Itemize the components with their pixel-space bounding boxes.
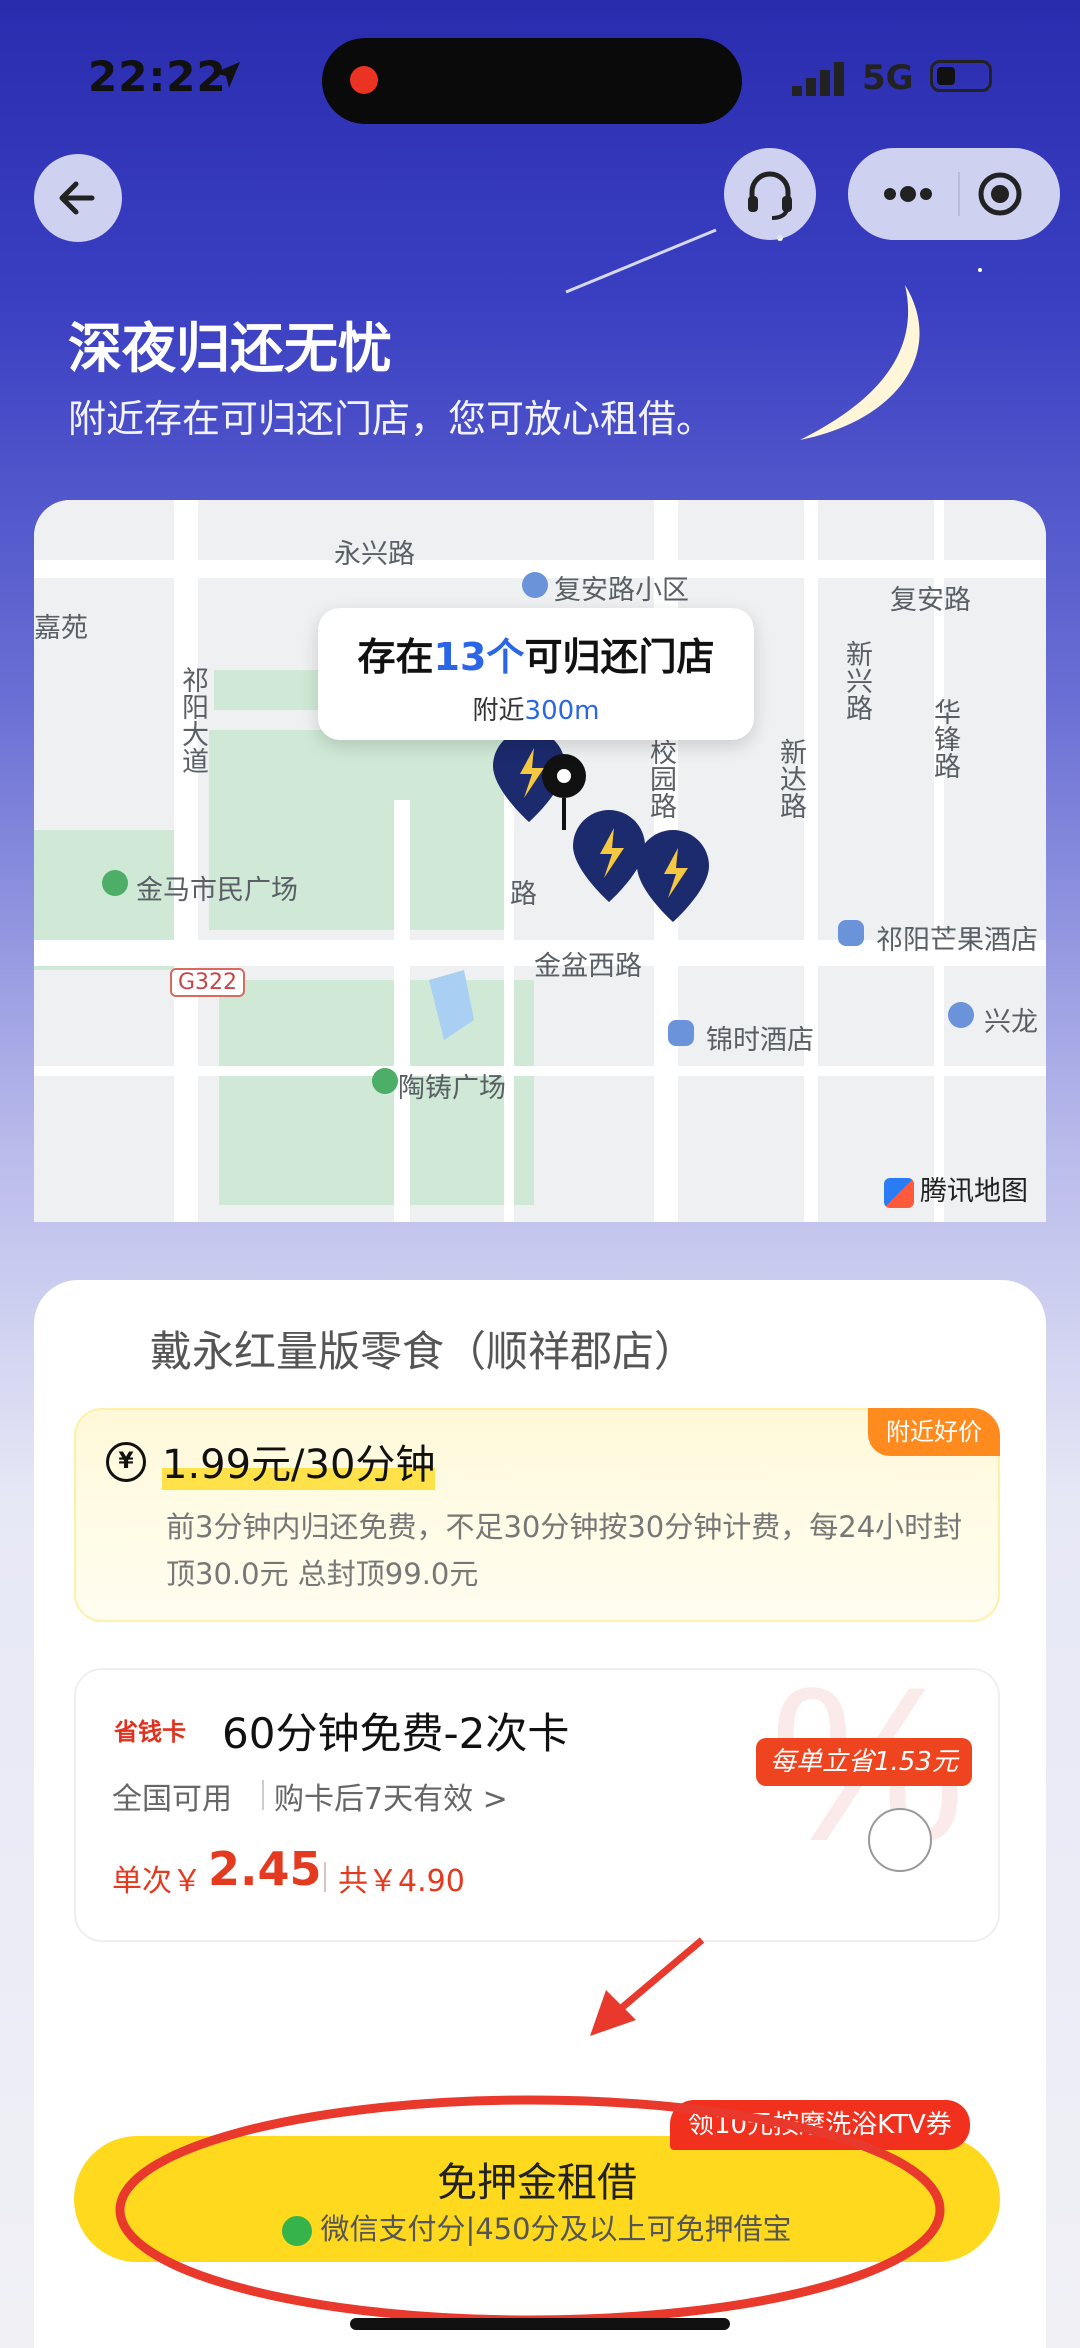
hotel-icon (668, 1020, 694, 1046)
total-price: 共￥4.90 (338, 1864, 465, 1899)
battery-icon (930, 60, 992, 92)
coupon-select-radio[interactable] (868, 1808, 932, 1872)
headset-icon (748, 171, 792, 220)
hotel-icon (838, 920, 864, 946)
divider (262, 1780, 264, 1810)
dynamic-island (322, 38, 742, 124)
back-arrow-icon (59, 181, 95, 215)
poi-icon (522, 572, 548, 598)
location-arrow-icon (214, 62, 240, 88)
coupon-title: 60分钟免费-2次卡 (222, 1709, 570, 1758)
more-dots-icon[interactable] (880, 178, 936, 210)
poi-label: 嘉苑 (34, 613, 88, 644)
single-price: 2.45 (208, 1842, 322, 1896)
poi-label: 祁阳芒果酒店 (876, 925, 1038, 956)
status-time: 22:22 (88, 52, 227, 101)
saving-badge: 每单立省1.53元 (756, 1738, 972, 1786)
banner-subtitle: 附近存在可归还门店，您可放心租借。 (68, 397, 715, 441)
price-description: 前3分钟内归还免费，不足30分钟按30分钟计费，每24小时封顶30.0元 总封顶… (166, 1510, 963, 1591)
return-store-bubble: 存在13个可归还门店 附近300m (318, 608, 754, 740)
status-bar: 22:22 5G (0, 0, 1080, 150)
mini-program-capsule (848, 148, 1060, 240)
road-label: 祁阳大道 (177, 666, 208, 774)
price-rate: 1.99元/30分钟 (162, 1432, 436, 1490)
target-icon[interactable] (976, 170, 1024, 218)
bubble-title: 存在13个可归还门店 (357, 635, 715, 679)
highway-shield: G322 (170, 968, 246, 997)
poi-icon (948, 1002, 974, 1028)
back-button[interactable] (34, 154, 122, 242)
map-view[interactable]: 永兴路 复安路小区 复安路 嘉苑 祁阳大道 校园路 新达路 新兴路 华锋路 金马… (34, 500, 1046, 1222)
lightning-pin-icon[interactable] (628, 820, 778, 960)
single-price-label: 单次￥ (112, 1864, 202, 1899)
map-provider-logo: 腾讯地图 (884, 1169, 1028, 1208)
road-label: 复安路 (890, 585, 971, 616)
coupon-scope: 全国可用 (112, 1782, 232, 1817)
poi-label: 兴龙 (984, 1007, 1038, 1038)
home-indicator (350, 2318, 730, 2330)
annotation-overlay (115, 1937, 945, 2325)
coupon-validity-link[interactable]: 购卡后7天有效 > (274, 1774, 508, 1818)
yuan-coin-icon: ¥ (106, 1442, 146, 1482)
signal-icon (792, 62, 844, 96)
banner-title: 深夜归还无忧 (68, 317, 392, 380)
bubble-distance: 附近300m (472, 696, 600, 726)
road-label: 永兴路 (334, 539, 415, 570)
customer-service-button[interactable] (724, 148, 816, 240)
recording-indicator (350, 66, 378, 94)
tencent-map-icon (884, 1177, 914, 1208)
network-type: 5G (862, 58, 914, 98)
store-name: 戴永红量版零食（顺祥郡店） (150, 1327, 697, 1376)
savings-card-badge: 省钱卡 (114, 1718, 186, 1746)
road-label: 新兴路 (841, 640, 872, 721)
poi-label: 陶铸广场 (398, 1073, 506, 1104)
park-icon (102, 870, 128, 896)
store-count: 13个 (433, 635, 525, 679)
capsule-divider (958, 172, 960, 216)
poi-label: 复安路小区 (554, 575, 689, 606)
poi-label: 金马市民广场 (136, 875, 298, 906)
road-label: 华锋路 (929, 698, 960, 779)
road-label: 路 (510, 879, 537, 910)
park-icon (372, 1068, 398, 1094)
current-location-pin-icon (542, 754, 586, 830)
road-label: 新达路 (775, 738, 806, 819)
road-label: 金盆西路 (534, 951, 642, 982)
divider (324, 1862, 326, 1892)
poi-label: 锦时酒店 (706, 1025, 814, 1056)
nearby-deal-badge: 附近好价 (868, 1408, 1000, 1456)
